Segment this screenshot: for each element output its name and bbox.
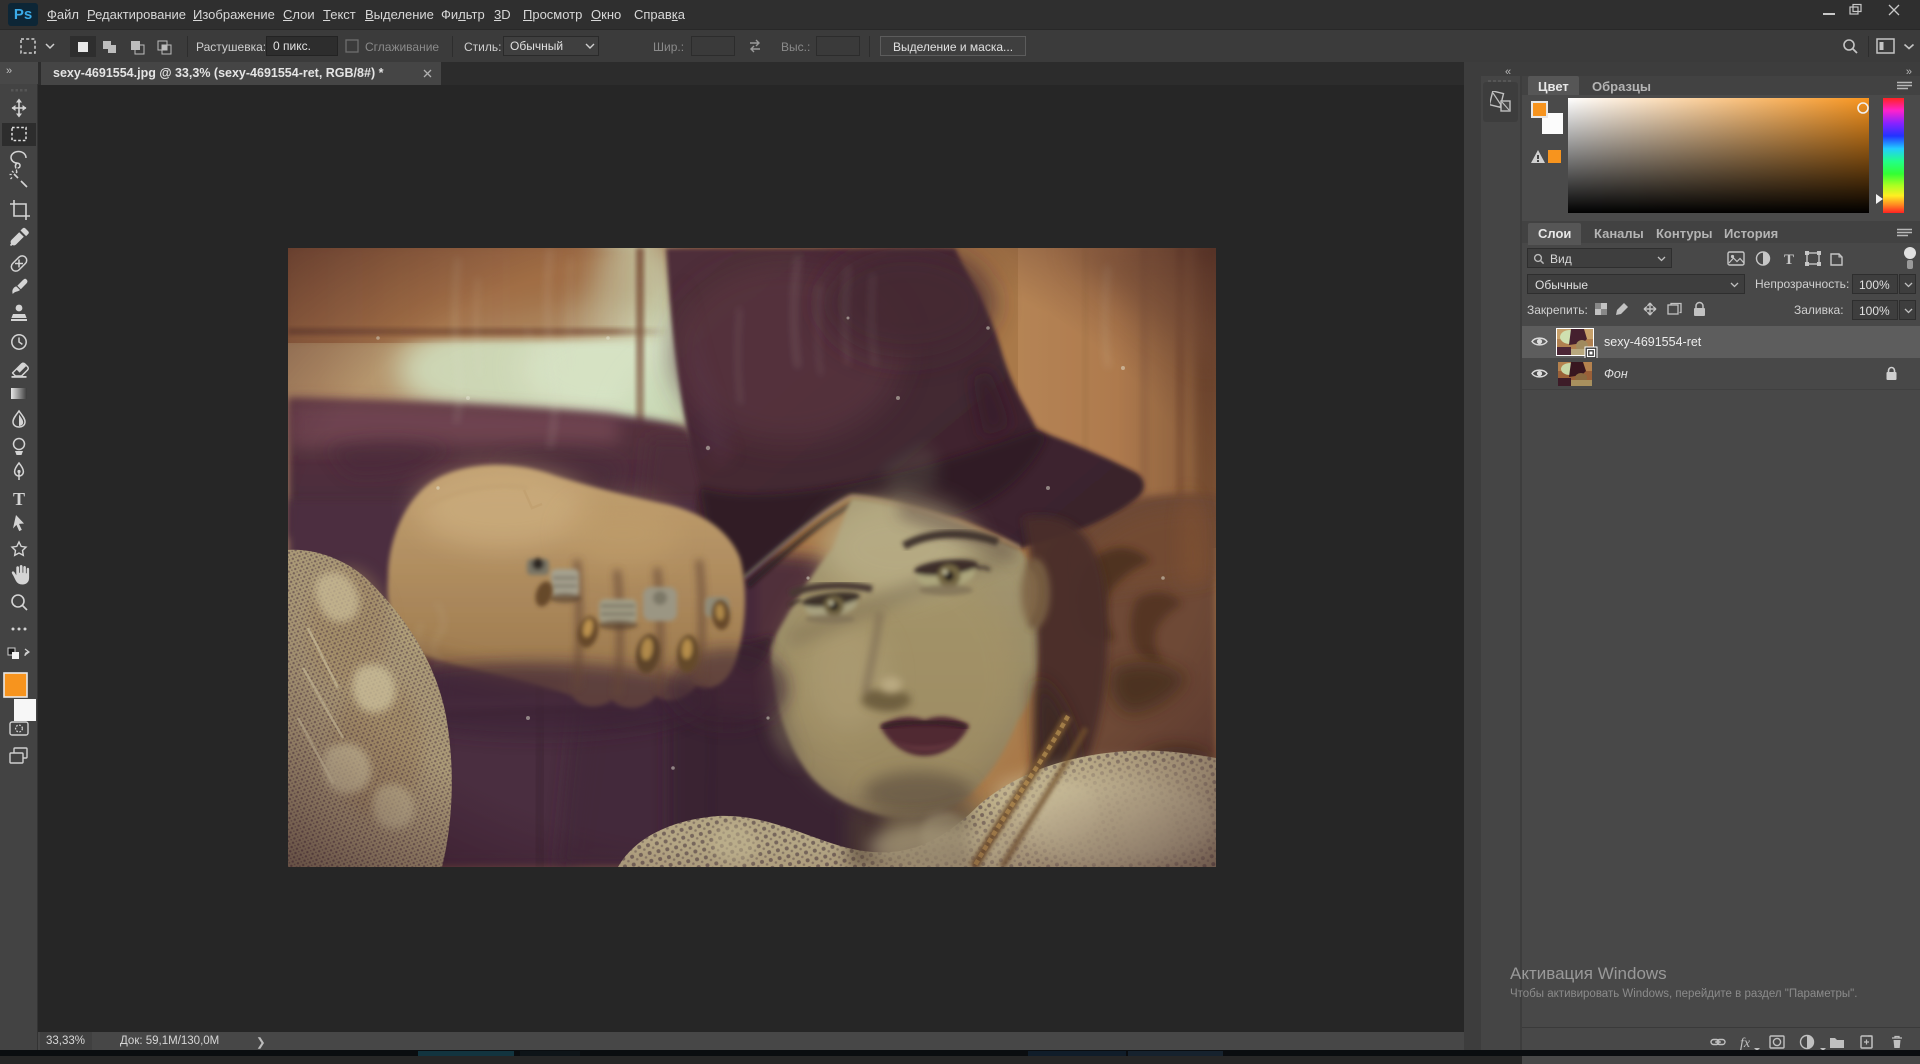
svg-text:T: T (13, 489, 25, 509)
svg-text:fx: fx (1740, 1036, 1751, 1050)
svg-text:T: T (1784, 252, 1794, 267)
